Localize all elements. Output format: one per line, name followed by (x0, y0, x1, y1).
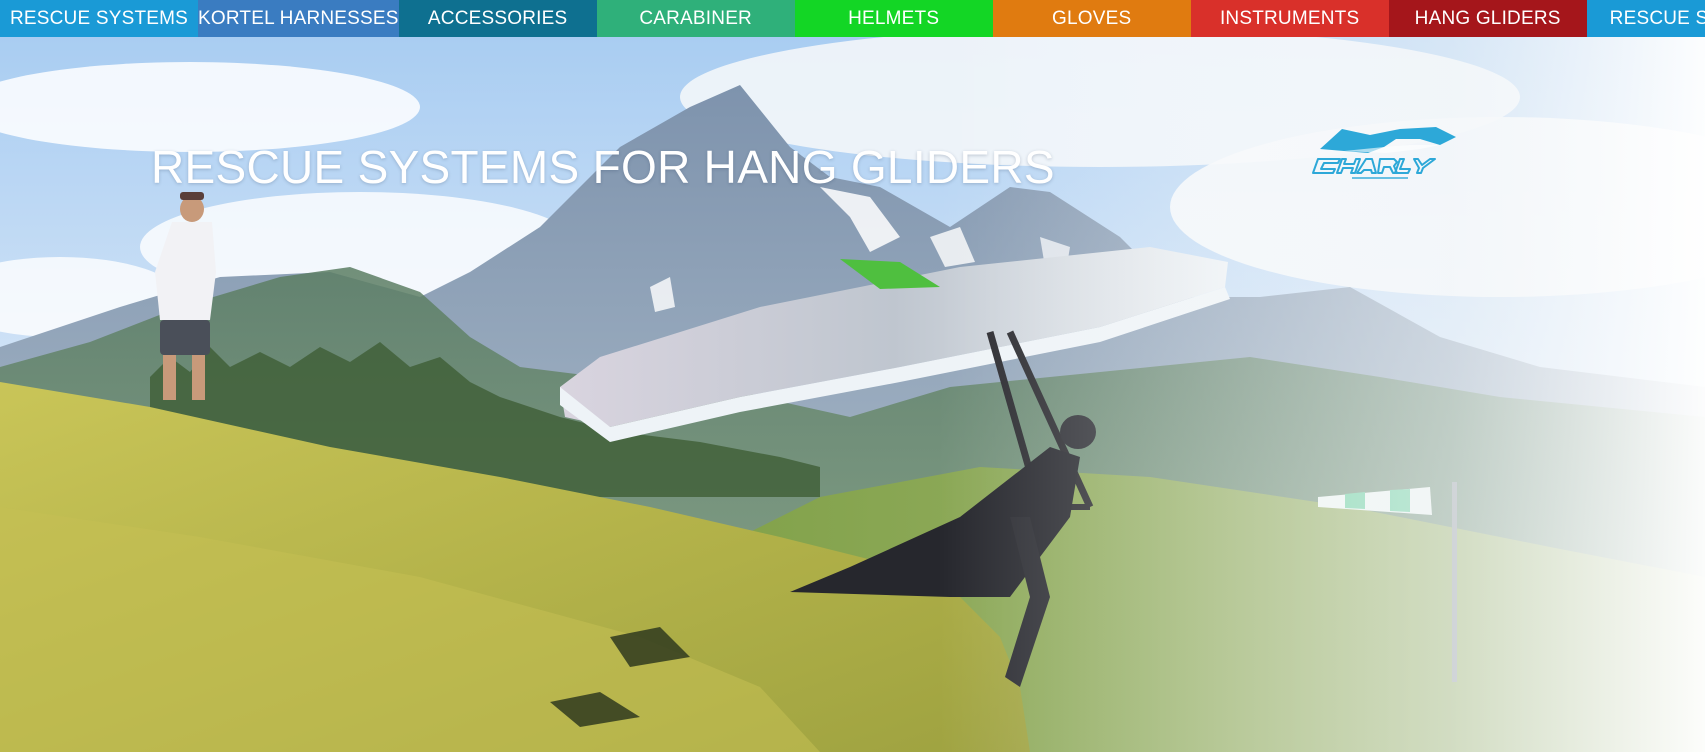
nav-tab-gloves[interactable]: GLOVES (992, 0, 1191, 37)
charly-logo-icon (1312, 127, 1456, 179)
nav-tab-hang-gliders[interactable]: HANG GLIDERS (1388, 0, 1587, 37)
nav-tab-kortel-harnesses[interactable]: KORTEL HARNESSES (198, 0, 399, 37)
hero-title: RESCUE SYSTEMS FOR HANG GLIDERS (151, 141, 1055, 193)
hero-banner: RESCUE SYSTEMS FOR HANG GLIDERS (0, 37, 1705, 752)
nav-tab-accessories[interactable]: ACCESSORIES (398, 0, 597, 37)
nav-tab-rescue-systems-repeat[interactable]: RESCUE SY (1586, 0, 1705, 37)
top-navigation: RESCUE SYSTEMS KORTEL HARNESSES ACCESSOR… (0, 0, 1705, 37)
nav-tab-helmets[interactable]: HELMETS (794, 0, 993, 37)
nav-tab-carabiner[interactable]: CARABINER (596, 0, 795, 37)
charly-logo[interactable] (1300, 115, 1460, 183)
nav-tab-rescue-systems[interactable]: RESCUE SYSTEMS (0, 0, 198, 37)
nav-tab-instruments[interactable]: INSTRUMENTS (1190, 0, 1389, 37)
